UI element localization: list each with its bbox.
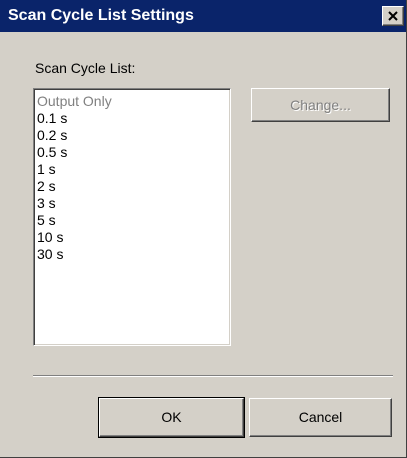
list-item[interactable]: 3 s <box>37 195 230 212</box>
cancel-button[interactable]: Cancel <box>249 398 392 437</box>
title-bar[interactable]: Scan Cycle List Settings <box>0 0 406 32</box>
scan-cycle-list-label: Scan Cycle List: <box>35 60 136 76</box>
close-icon <box>388 11 398 21</box>
list-item[interactable]: 1 s <box>37 161 230 178</box>
list-item[interactable]: 0.5 s <box>37 144 230 161</box>
list-item[interactable]: 0.2 s <box>37 127 230 144</box>
scan-cycle-items: Output Only 0.1 s 0.2 s 0.5 s1 s2 s3 s5 s 10… <box>34 89 230 263</box>
separator <box>33 375 393 377</box>
scan-cycle-settings-dialog: Scan Cycle List Settings Scan Cycle List… <box>0 0 407 458</box>
change-button[interactable]: Change... <box>251 88 390 122</box>
window-title: Scan Cycle List Settings <box>8 7 194 24</box>
list-item[interactable]: Output Only <box>37 93 230 110</box>
list-item[interactable]: 5 s <box>37 212 230 229</box>
scan-cycle-listbox[interactable]: Output Only 0.1 s 0.2 s 0.5 s1 s2 s3 s5 s 10… <box>33 88 231 346</box>
list-item[interactable]: 2 s <box>37 178 230 195</box>
close-button[interactable] <box>382 6 404 26</box>
ok-button[interactable]: OK <box>98 397 245 438</box>
list-item[interactable]: 0.1 s <box>37 110 230 127</box>
list-item[interactable]: 30 s <box>37 246 230 263</box>
list-item[interactable]: 10 s <box>37 229 230 246</box>
